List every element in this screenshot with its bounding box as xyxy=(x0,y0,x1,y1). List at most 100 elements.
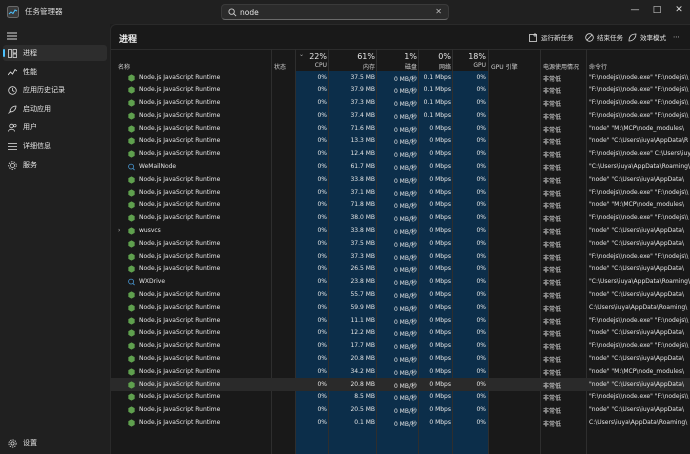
cpu-value: 0% xyxy=(317,99,327,107)
column-network-header[interactable]: 网络 xyxy=(419,62,451,71)
memory-value: 33.8 MB xyxy=(350,175,375,183)
power-usage-value: 非常低 xyxy=(543,190,562,198)
process-row[interactable]: Node.js JavaScript Runtime 0% 37.5 MB 0 MB/… xyxy=(111,237,690,250)
column-gpu-header[interactable]: GPU xyxy=(453,62,486,69)
cpu-value: 0% xyxy=(317,227,327,235)
process-row[interactable]: Node.js JavaScript Runtime 0% 37.3 MB 0 MB/… xyxy=(111,97,690,110)
sidebar-item-users[interactable]: 用户 xyxy=(3,119,107,135)
command-line-value: "node" "M:\MCP\node_modules\ xyxy=(589,124,684,132)
hamburger-menu-icon[interactable] xyxy=(7,32,17,40)
cpu-value: 0% xyxy=(317,303,327,311)
process-name: Node.js JavaScript Runtime xyxy=(139,99,221,107)
power-usage-value: 非常低 xyxy=(543,408,562,416)
column-command-line-header[interactable]: 命令行 xyxy=(589,62,607,71)
network-value: 0.1 Mbps xyxy=(423,99,451,107)
run-new-task-button[interactable]: 运行新任务 xyxy=(529,30,574,44)
search-box[interactable]: ✕ xyxy=(221,4,449,20)
more-options-button[interactable]: ⋯ xyxy=(673,30,680,44)
disk-percent: 1% xyxy=(404,52,417,61)
column-disk-header[interactable]: 磁盘 xyxy=(377,62,417,71)
column-power-usage-header[interactable]: 电源使用情况 xyxy=(543,62,579,71)
nodejs-icon xyxy=(128,176,135,184)
nodejs-icon xyxy=(128,329,135,338)
cpu-value: 0% xyxy=(317,150,327,158)
process-row[interactable]: WXDrive 0% 23.8 MB 0 MB/秒 0 Mbps 0% 非常低 "C:\Use… xyxy=(111,276,690,289)
power-usage-value: 非常低 xyxy=(543,369,562,377)
process-row[interactable]: Node.js JavaScript Runtime 0% 12.2 MB 0 MB/… xyxy=(111,327,690,340)
efficiency-mode-button[interactable]: 效率模式 xyxy=(628,30,666,44)
power-usage-value: 非常低 xyxy=(543,331,562,339)
cpu-percent: 22% xyxy=(309,52,327,61)
nodejs-icon xyxy=(128,406,135,414)
power-usage-value: 非常低 xyxy=(543,305,562,313)
process-row[interactable]: Node.js JavaScript Runtime 0% 37.3 MB 0 MB/… xyxy=(111,250,690,263)
nodejs-icon xyxy=(128,252,135,261)
end-task-button[interactable]: 结束任务 xyxy=(585,30,623,44)
sidebar-item-startup-apps[interactable]: 启动应用 xyxy=(3,101,107,117)
expand-chevron-icon[interactable]: › xyxy=(118,227,120,234)
process-row[interactable]: Node.js JavaScript Runtime 0% 34.2 MB 0 MB/… xyxy=(111,365,690,378)
column-name-header[interactable]: 名称 xyxy=(118,62,130,71)
power-usage-value: 非常低 xyxy=(543,126,562,134)
close-button[interactable]: ✕ xyxy=(668,0,690,20)
minimize-button[interactable]: — xyxy=(624,0,646,20)
nodejs-icon xyxy=(128,137,135,146)
disk-value: 0 MB/秒 xyxy=(393,382,417,390)
column-status-header[interactable]: 状态 xyxy=(274,62,286,71)
sidebar-item-app-history[interactable]: 应用历史记录 xyxy=(3,82,107,98)
nodejs-icon xyxy=(128,380,135,389)
column-cpu-header[interactable]: CPU xyxy=(297,62,327,69)
command-line-value: "node" "M:\MCP\node_modules\ xyxy=(589,367,684,375)
cpu-value: 0% xyxy=(317,265,327,273)
network-value: 0 Mbps xyxy=(429,124,451,132)
process-row[interactable]: Node.js JavaScript Runtime 0% 37.4 MB 0 MB/… xyxy=(111,109,690,122)
process-row[interactable]: Node.js JavaScript Runtime 0% 71.8 MB 0 MB/… xyxy=(111,199,690,212)
process-name: Node.js JavaScript Runtime xyxy=(139,406,221,414)
gpu-value: 0% xyxy=(476,163,486,171)
process-row[interactable]: Node.js JavaScript Runtime 0% 26.5 MB 0 MB/… xyxy=(111,263,690,276)
power-usage-value: 非常低 xyxy=(543,293,562,301)
sidebar-item-performance[interactable]: 性能 xyxy=(3,64,107,80)
disk-value: 0 MB/秒 xyxy=(393,88,417,96)
process-row[interactable]: Node.js JavaScript Runtime 0% 8.5 MB 0 MB/秒… xyxy=(111,391,690,404)
process-row[interactable]: WeMailNode 0% 61.7 MB 0 MB/秒 0 Mbps 0% 非常低 "C:\… xyxy=(111,161,690,174)
power-usage-value: 非常低 xyxy=(543,280,562,288)
column-memory-header[interactable]: 内存 xyxy=(329,62,375,71)
process-row[interactable]: Node.js JavaScript Runtime 0% 33.8 MB 0 MB/… xyxy=(111,173,690,186)
process-row[interactable]: Node.js JavaScript Runtime 0% 12.4 MB 0 MB/… xyxy=(111,148,690,161)
sidebar-item-settings[interactable]: 设置 xyxy=(3,435,107,451)
process-table: Node.js JavaScript Runtime 0% 37.5 MB 0 MB/… xyxy=(111,71,690,429)
process-row[interactable]: › wusvcs 0% 33.8 MB 0 MB/秒 0 Mbps 0% 非常低 "node" … xyxy=(111,225,690,238)
disk-value: 0 MB/秒 xyxy=(393,216,417,224)
column-gpu-engine-header[interactable]: GPU 引擎 xyxy=(491,62,518,71)
process-row[interactable]: Node.js JavaScript Runtime 0% 37.5 MB 0 MB/… xyxy=(111,71,690,84)
process-row[interactable]: Node.js JavaScript Runtime 0% 20.8 MB 0 MB/… xyxy=(111,378,690,391)
process-row[interactable]: Node.js JavaScript Runtime 0% 71.6 MB 0 MB/… xyxy=(111,122,690,135)
process-row[interactable]: Node.js JavaScript Runtime 0% 11.1 MB 0 MB/… xyxy=(111,314,690,327)
disk-value: 0 MB/秒 xyxy=(393,190,417,198)
process-row[interactable]: Node.js JavaScript Runtime 0% 20.8 MB 0 MB/… xyxy=(111,353,690,366)
process-row[interactable]: Node.js JavaScript Runtime 0% 13.3 MB 0 MB/… xyxy=(111,135,690,148)
process-row[interactable]: Node.js JavaScript Runtime 0% 0.1 MB 0 MB/秒… xyxy=(111,417,690,430)
disk-value: 0 MB/秒 xyxy=(393,280,417,288)
sidebar-item-details[interactable]: 详细信息 xyxy=(3,138,107,154)
network-value: 0 Mbps xyxy=(429,214,451,222)
power-usage-value: 非常低 xyxy=(543,241,562,249)
app-title: 任务管理器 xyxy=(25,7,63,16)
process-row[interactable]: Node.js JavaScript Runtime 0% 37.9 MB 0 MB/… xyxy=(111,84,690,97)
process-row[interactable]: Node.js JavaScript Runtime 0% 17.7 MB 0 MB/… xyxy=(111,340,690,353)
command-line-value: "C:\Users\iuya\AppData\Roaming\ xyxy=(589,278,690,286)
sidebar-item-processes[interactable]: 进程 xyxy=(3,45,107,61)
clear-search-icon[interactable]: ✕ xyxy=(435,7,442,16)
process-row[interactable]: Node.js JavaScript Runtime 0% 55.7 MB 0 MB/… xyxy=(111,289,690,302)
disk-value: 0 MB/秒 xyxy=(393,318,417,326)
memory-value: 37.3 MB xyxy=(350,252,375,260)
process-row[interactable]: Node.js JavaScript Runtime 0% 38.0 MB 0 MB/… xyxy=(111,212,690,225)
power-usage-value: 非常低 xyxy=(543,229,562,237)
sidebar-item-services[interactable]: 服务 xyxy=(3,157,107,173)
maximize-button[interactable]: □ xyxy=(646,0,668,20)
process-row[interactable]: Node.js JavaScript Runtime 0% 37.1 MB 0 MB/… xyxy=(111,186,690,199)
process-row[interactable]: Node.js JavaScript Runtime 0% 59.9 MB 0 MB/… xyxy=(111,301,690,314)
search-input[interactable] xyxy=(240,6,430,19)
process-row[interactable]: Node.js JavaScript Runtime 0% 20.5 MB 0 MB/… xyxy=(111,404,690,417)
